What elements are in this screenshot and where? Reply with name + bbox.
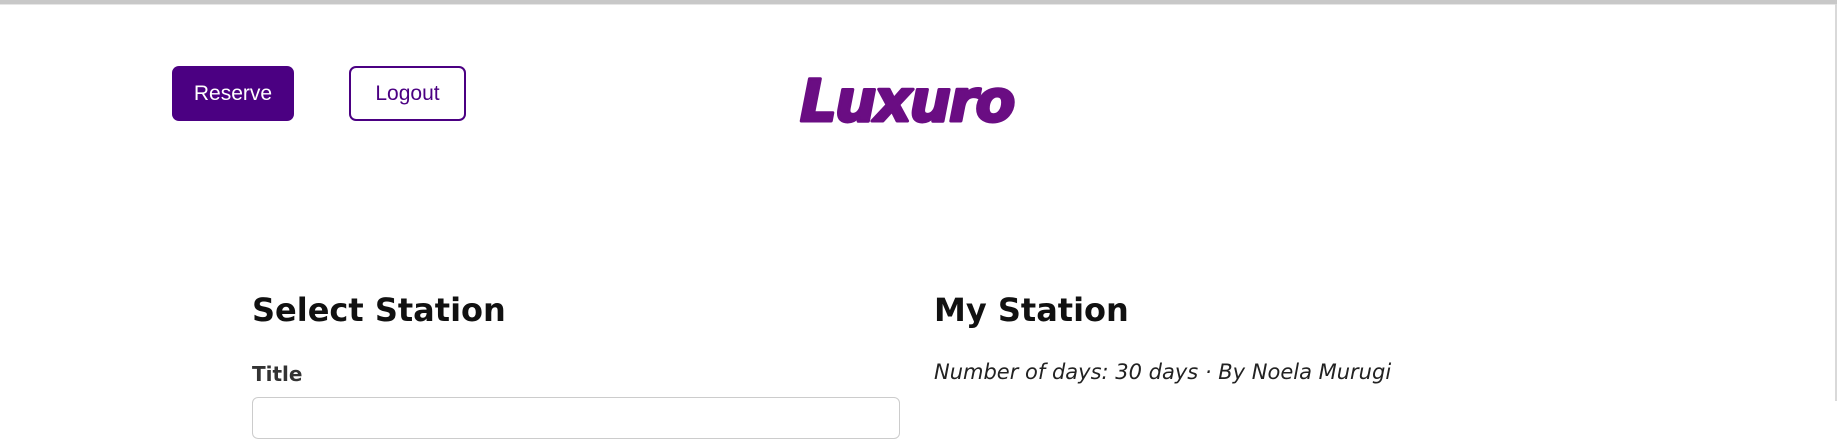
station-meta-text: Number of days: 30 days · By Noela Murug… — [934, 360, 1392, 384]
title-field-label: Title — [252, 362, 303, 386]
logout-button[interactable]: Logout — [349, 66, 466, 121]
browser-top-border — [0, 0, 1837, 5]
title-input[interactable] — [252, 397, 900, 439]
luxuro-logo: Luxuro — [799, 66, 1018, 137]
reserve-button[interactable]: Reserve — [172, 66, 294, 121]
my-station-title: My Station — [934, 291, 1129, 329]
logo-text: Luxuro — [800, 67, 1014, 135]
select-station-title: Select Station — [252, 291, 506, 329]
